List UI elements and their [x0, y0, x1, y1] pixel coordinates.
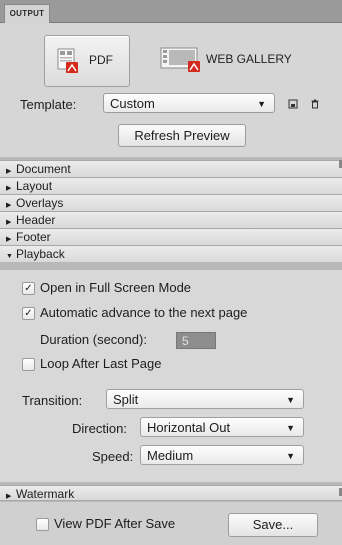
view-pdf-label: View PDF After Save	[54, 516, 176, 531]
web-gallery-mode-label: WEB GALLERY	[206, 52, 292, 66]
loop-label: Loop After Last Page	[40, 356, 162, 371]
transition-select[interactable]: Split ▼	[106, 389, 304, 409]
template-value: Custom	[110, 96, 155, 111]
direction-value: Horizontal Out	[147, 420, 231, 435]
section-footer[interactable]: ▶ Footer	[0, 228, 342, 245]
checkmark-icon: ✓	[24, 283, 33, 294]
chevron-down-icon: ▼	[286, 395, 295, 405]
web-gallery-mode-button[interactable]: WEB GALLERY	[150, 35, 300, 85]
panel-tab-bar: OUTPUT	[0, 0, 342, 23]
chevron-down-icon: ▼	[257, 99, 266, 109]
direction-select[interactable]: Horizontal Out ▼	[140, 417, 304, 437]
section-header[interactable]: ▶ Header	[0, 211, 342, 228]
template-label: Template:	[20, 97, 77, 112]
output-footer: View PDF After Save Save...	[0, 502, 342, 545]
direction-label: Direction:	[72, 421, 127, 436]
duration-input[interactable]: 5	[176, 332, 216, 349]
section-label: Watermark	[16, 487, 75, 501]
speed-value: Medium	[147, 448, 194, 463]
view-pdf-checkbox[interactable]	[36, 518, 49, 531]
section-list: ▶ Document ▶ Layout ▶ Overlays ▶ Header ▶ Foo…	[0, 160, 342, 262]
template-select[interactable]: Custom ▼	[103, 93, 275, 113]
auto-advance-checkbox[interactable]: ✓	[22, 307, 35, 320]
section-watermark[interactable]: ▶ Watermark	[0, 485, 342, 501]
pdf-document-icon	[57, 48, 78, 73]
section-label: Header	[16, 213, 56, 227]
section-label: Footer	[16, 230, 51, 244]
section-label: Playback	[16, 247, 65, 261]
section-label: Document	[16, 162, 71, 176]
chevron-down-icon: ▼	[286, 423, 295, 433]
checkmark-icon: ✓	[24, 308, 33, 319]
section-document[interactable]: ▶ Document	[0, 160, 342, 177]
playback-panel: ✓ Open in Full Screen Mode ✓ Automatic a…	[0, 270, 342, 482]
save-button[interactable]: Save...	[228, 513, 318, 537]
web-gallery-icon	[160, 47, 200, 72]
section-label: Overlays	[16, 196, 64, 210]
transition-label: Transition:	[22, 393, 83, 408]
pdf-mode-label: PDF	[89, 53, 113, 67]
save-template-icon[interactable]	[288, 99, 298, 109]
tab-output[interactable]: OUTPUT	[4, 4, 50, 23]
duration-label: Duration (second):	[40, 332, 147, 347]
full-screen-checkbox[interactable]: ✓	[22, 282, 35, 295]
triangle-down-icon: ▼	[6, 253, 13, 260]
loop-checkbox[interactable]	[22, 358, 35, 371]
section-playback[interactable]: ▼ Playback	[0, 245, 342, 262]
transition-value: Split	[113, 392, 139, 407]
full-screen-label: Open in Full Screen Mode	[40, 280, 192, 295]
output-top-area: PDF WEB GALLERY Template: Custom ▼ Refre…	[0, 23, 342, 157]
trash-icon[interactable]	[310, 99, 320, 109]
auto-advance-label: Automatic advance to the next page	[40, 305, 248, 320]
speed-label: Speed:	[92, 449, 134, 464]
refresh-preview-button[interactable]: Refresh Preview	[118, 124, 246, 147]
section-layout[interactable]: ▶ Layout	[0, 177, 342, 194]
section-overlays[interactable]: ▶ Overlays	[0, 194, 342, 211]
pdf-mode-button[interactable]: PDF	[44, 35, 130, 87]
section-label: Layout	[16, 179, 53, 193]
chevron-down-icon: ▼	[286, 451, 295, 461]
speed-select[interactable]: Medium ▼	[140, 445, 304, 465]
